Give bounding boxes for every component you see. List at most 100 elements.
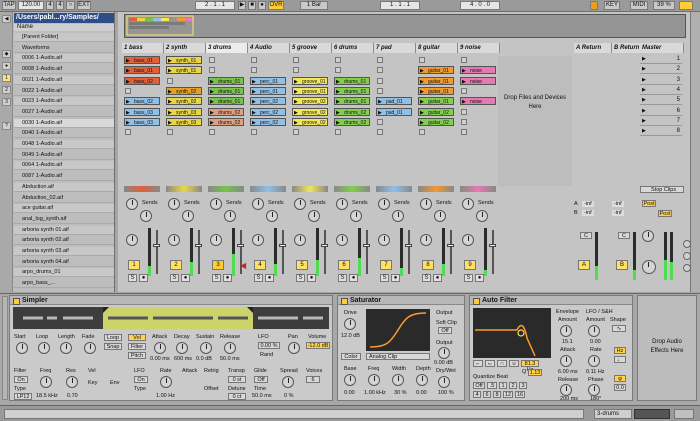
browser-file-item[interactable]: 0048 1-Audio.aif bbox=[14, 140, 114, 149]
play-icon[interactable]: ▶ bbox=[238, 1, 246, 10]
return-a-send-b[interactable]: -inf bbox=[582, 210, 594, 216]
arm-icon[interactable]: ● bbox=[391, 274, 400, 282]
simpler-lfo-toggle[interactable]: On bbox=[134, 376, 148, 383]
simpler-start-knob[interactable] bbox=[16, 342, 28, 354]
simpler-loop-knob[interactable] bbox=[38, 342, 50, 354]
track-header-master[interactable]: Master bbox=[640, 43, 684, 53]
simpler-freq-knob[interactable] bbox=[40, 376, 52, 388]
scene-launch-6[interactable]: 6 bbox=[640, 107, 682, 116]
track-header-a-return[interactable]: A Return bbox=[574, 43, 612, 53]
saturator-drive-knob[interactable] bbox=[344, 318, 356, 330]
clip-slot-drums-01[interactable]: drums_01 bbox=[334, 76, 370, 85]
autofilter-quantize-off[interactable]: Off bbox=[473, 382, 485, 389]
clip-slot-drums-01[interactable]: drums_01 bbox=[334, 86, 370, 95]
autofilter-hz-button[interactable]: Hz bbox=[614, 347, 626, 354]
saturator-color-button[interactable]: Color bbox=[341, 353, 361, 360]
track-header-3[interactable]: 3 drums bbox=[206, 43, 248, 53]
track-header-9[interactable]: 9 noise bbox=[458, 43, 500, 53]
empty-clip-slot[interactable] bbox=[125, 129, 131, 136]
browser-file-item[interactable]: 0087 1-Audio.aif bbox=[14, 172, 114, 182]
simpler-release-knob[interactable] bbox=[224, 342, 236, 354]
arm-icon[interactable]: ● bbox=[139, 274, 148, 282]
send-b-knob[interactable] bbox=[350, 210, 362, 222]
simpler-transp-field[interactable]: 0 st bbox=[228, 376, 246, 383]
device-browser-icon[interactable]: ◆ bbox=[2, 50, 11, 58]
send-b-knob[interactable] bbox=[140, 210, 152, 222]
volume-fader[interactable] bbox=[492, 230, 494, 274]
autofilter-lfo-amount-knob[interactable] bbox=[588, 325, 600, 337]
volume-fader-handle[interactable] bbox=[447, 244, 454, 247]
clip-slot-groove-01[interactable]: groove_01 bbox=[292, 86, 328, 95]
autofilter-notch-icon[interactable]: ∪ bbox=[509, 360, 519, 367]
solo-button[interactable]: S bbox=[464, 274, 473, 282]
empty-clip-slot[interactable] bbox=[293, 57, 299, 63]
plugin-browser-icon[interactable]: ● bbox=[2, 62, 11, 70]
browser-file-item[interactable]: Abduction_02.aif bbox=[14, 194, 114, 203]
clip-slot-bass-02[interactable]: bass_02 bbox=[124, 76, 160, 85]
empty-clip-slot[interactable] bbox=[293, 129, 299, 136]
file-browser-3-icon[interactable]: 3 bbox=[2, 98, 11, 106]
clip-slot-perc-01[interactable]: perc_01 bbox=[250, 76, 286, 85]
autofilter-phase-knob[interactable] bbox=[588, 384, 600, 396]
empty-clip-slot[interactable] bbox=[125, 87, 131, 94]
volume-fader[interactable] bbox=[408, 230, 410, 274]
simpler-loop-button[interactable]: Loop bbox=[104, 334, 122, 341]
volume-fader[interactable] bbox=[366, 230, 368, 274]
browser-file-item[interactable]: 0027 1-Audio.aif bbox=[14, 108, 114, 117]
pan-knob[interactable] bbox=[462, 234, 474, 246]
device-drop-zone[interactable]: Drop Audio Effects Here bbox=[637, 295, 697, 401]
record-icon[interactable]: ● bbox=[258, 1, 266, 10]
clip-slot-guitar-01[interactable]: guitar_01 bbox=[418, 97, 454, 106]
autofilter-curve-display[interactable] bbox=[473, 308, 551, 358]
track-header-5[interactable]: 5 groove bbox=[290, 43, 332, 53]
send-a-knob[interactable] bbox=[420, 198, 432, 210]
metronome-icon[interactable]: ○ bbox=[66, 1, 75, 10]
empty-clip-slot[interactable] bbox=[335, 67, 341, 74]
master-post-button[interactable]: Post bbox=[642, 200, 656, 207]
autofilter-title[interactable]: Auto Filter bbox=[470, 296, 632, 305]
clip-slot-guitar-01[interactable]: guitar_01 bbox=[418, 76, 454, 85]
empty-clip-slot[interactable] bbox=[209, 129, 215, 136]
browser-file-item[interactable]: arpo_drums_01 bbox=[14, 268, 114, 278]
simpler-title[interactable]: Simpler bbox=[10, 296, 332, 305]
track-activator-7[interactable]: 7 bbox=[380, 260, 392, 270]
track-header-8[interactable]: 8 guitar bbox=[416, 43, 458, 53]
autofilter-lp-icon[interactable]: ⌐ bbox=[473, 360, 483, 367]
loop-length[interactable]: 4 . 0 . 0 bbox=[460, 1, 500, 10]
solo-button[interactable]: S bbox=[338, 274, 347, 282]
browser-column-header[interactable]: Name bbox=[14, 24, 114, 31]
scene-launch-1[interactable]: 1 bbox=[640, 55, 682, 64]
scene-launch-2[interactable]: 2 bbox=[640, 65, 682, 75]
empty-clip-slot[interactable] bbox=[377, 129, 383, 136]
clip-slot-synth-01[interactable]: synth_01 bbox=[166, 66, 202, 75]
return-a-crossfade[interactable]: C bbox=[580, 232, 592, 239]
simpler-filter-toggle[interactable]: On bbox=[14, 376, 28, 383]
clip-slot-perc-02[interactable]: perc_02 bbox=[250, 117, 286, 126]
clip-slot-synth-02[interactable]: synth_02 bbox=[166, 97, 202, 106]
clip-slot-bass-03[interactable]: bass_03 bbox=[124, 117, 160, 126]
pan-knob[interactable] bbox=[168, 234, 180, 246]
volume-fader[interactable] bbox=[324, 230, 326, 274]
clip-slot-drums-02[interactable]: drums_02 bbox=[208, 117, 244, 126]
autofilter-quantize-1[interactable]: 1 bbox=[499, 382, 507, 389]
send-a-knob[interactable] bbox=[210, 198, 222, 210]
clip-slot-guitar-01[interactable]: guitar_01 bbox=[418, 66, 454, 75]
ext-sync-button[interactable]: EXT bbox=[77, 1, 91, 10]
browser-file-item[interactable]: 0064 1-Audio.aif bbox=[14, 161, 114, 171]
session-scrollbar[interactable] bbox=[690, 12, 700, 292]
session-overview[interactable] bbox=[124, 14, 686, 38]
autofilter-release-knob[interactable] bbox=[560, 384, 572, 396]
empty-clip-slot[interactable] bbox=[167, 77, 173, 84]
scene-launch-3[interactable]: 3 bbox=[640, 76, 682, 85]
simpler-volume-field[interactable]: -12.0 dB bbox=[306, 342, 330, 349]
simpler-decay-knob[interactable] bbox=[176, 342, 188, 354]
master-post-button-2[interactable]: Post bbox=[658, 210, 672, 217]
saturator-drywet-knob[interactable] bbox=[438, 376, 450, 388]
empty-clip-slot[interactable] bbox=[377, 77, 383, 84]
empty-clip-slot[interactable] bbox=[461, 118, 467, 125]
clip-slot-drums-02[interactable]: drums_02 bbox=[334, 117, 370, 126]
track-activator-3[interactable]: 3 bbox=[212, 260, 224, 270]
clip-slot-bass-03[interactable]: bass_03 bbox=[124, 107, 160, 116]
simpler-pitch-tab[interactable]: Pitch bbox=[128, 352, 146, 359]
midi-map-button[interactable]: MIDI bbox=[630, 1, 648, 10]
